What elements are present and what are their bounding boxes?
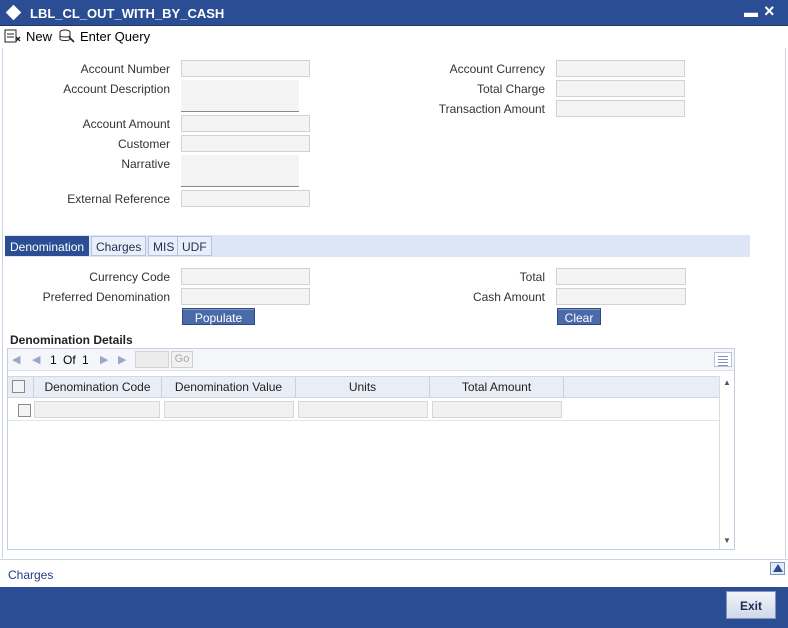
first-page-icon[interactable]: ◀​ xyxy=(12,353,20,366)
select-all-cell xyxy=(8,377,34,398)
denomination-value-cell[interactable] xyxy=(164,401,294,418)
narrative-label: Narrative xyxy=(121,157,170,171)
window-diamond-icon xyxy=(5,4,22,21)
enter-query-icon xyxy=(59,29,75,43)
last-page-icon[interactable]: ▶​ xyxy=(118,353,126,366)
external-reference-field[interactable] xyxy=(181,190,310,207)
grid-vertical-scrollbar[interactable]: ▲ ▼ xyxy=(719,376,734,549)
tab-denomination[interactable]: Denomination xyxy=(5,236,90,256)
exit-button[interactable]: Exit xyxy=(726,591,776,619)
currency-code-label: Currency Code xyxy=(89,270,170,284)
preferred-denomination-field[interactable] xyxy=(181,288,310,305)
select-all-checkbox[interactable] xyxy=(12,380,25,393)
tab-strip: Denomination Charges MIS UDF xyxy=(5,235,750,257)
account-number-field[interactable] xyxy=(181,60,310,77)
transaction-amount-label: Transaction Amount xyxy=(438,102,545,116)
cash-amount-field[interactable] xyxy=(556,288,686,305)
transaction-amount-field[interactable] xyxy=(556,100,685,117)
next-page-icon[interactable]: ▶ xyxy=(100,353,108,366)
new-label: New xyxy=(26,28,53,44)
column-denomination-value[interactable]: Denomination Value xyxy=(162,377,296,398)
minimize-icon[interactable]: ▬ xyxy=(744,4,758,20)
account-currency-label: Account Currency xyxy=(449,62,545,76)
total-charge-label: Total Charge xyxy=(476,82,545,96)
window-title: LBL_CL_OUT_WITH_BY_CASH xyxy=(30,6,225,21)
preferred-denomination-label: Preferred Denomination xyxy=(42,290,170,304)
toolbar: New Enter Query xyxy=(0,26,788,48)
new-icon xyxy=(4,29,21,43)
grid-menu-icon[interactable] xyxy=(714,352,732,367)
tab-mis[interactable]: MIS xyxy=(148,236,180,256)
enter-query-label: Enter Query xyxy=(80,28,151,44)
new-button[interactable]: New xyxy=(4,28,52,44)
grid-pager: ◀​ ◀ 1 Of 1 ▶ ▶​ Go xyxy=(8,349,734,371)
column-total-amount[interactable]: Total Amount xyxy=(430,377,564,398)
tab-charges[interactable]: Charges xyxy=(91,236,147,256)
total-label: Total xyxy=(519,270,545,284)
pager-total-pages: 1 xyxy=(82,353,89,367)
denomination-details-title: Denomination Details xyxy=(10,333,133,347)
close-icon[interactable]: × xyxy=(764,1,775,22)
footer-links-bar: Charges xyxy=(0,559,788,587)
clear-button[interactable]: Clear xyxy=(557,308,601,325)
account-amount-field[interactable] xyxy=(181,115,310,132)
table-row xyxy=(8,399,719,421)
scroll-down-icon[interactable]: ▼ xyxy=(723,536,731,545)
cash-amount-label: Cash Amount xyxy=(472,290,545,304)
window-titlebar: LBL_CL_OUT_WITH_BY_CASH ▬ × xyxy=(0,0,788,26)
scroll-up-icon[interactable]: ▲ xyxy=(723,378,731,387)
denomination-code-cell[interactable] xyxy=(34,401,160,418)
enter-query-button[interactable]: Enter Query xyxy=(58,28,150,44)
total-amount-cell[interactable] xyxy=(432,401,562,418)
currency-code-field[interactable] xyxy=(181,268,310,285)
account-number-label: Account Number xyxy=(80,62,170,76)
customer-field[interactable] xyxy=(181,135,310,152)
populate-button[interactable]: Populate xyxy=(182,308,255,325)
page-number-input[interactable] xyxy=(135,351,169,368)
collapse-up-icon[interactable] xyxy=(770,562,785,575)
charges-link[interactable]: Charges xyxy=(8,568,53,582)
go-button[interactable]: Go xyxy=(171,351,193,368)
account-description-field[interactable] xyxy=(181,80,299,112)
total-field[interactable] xyxy=(556,268,686,285)
grid-header: Denomination Code Denomination Value Uni… xyxy=(8,376,719,398)
account-description-label: Account Description xyxy=(63,82,170,96)
column-units[interactable]: Units xyxy=(296,377,430,398)
tab-udf[interactable]: UDF xyxy=(177,236,212,256)
account-amount-label: Account Amount xyxy=(82,117,170,131)
bottom-bar: Exit xyxy=(0,587,788,628)
denomination-grid: ◀​ ◀ 1 Of 1 ▶ ▶​ Go Denomination Code De… xyxy=(7,348,735,550)
total-charge-field[interactable] xyxy=(556,80,685,97)
column-denomination-code[interactable]: Denomination Code xyxy=(34,377,162,398)
external-reference-label: External Reference xyxy=(67,192,170,206)
customer-label: Customer xyxy=(117,137,170,151)
narrative-field[interactable] xyxy=(181,155,299,187)
pager-current-page: 1 xyxy=(50,353,57,367)
units-cell[interactable] xyxy=(298,401,428,418)
account-currency-field[interactable] xyxy=(556,60,685,77)
row-checkbox[interactable] xyxy=(18,404,31,417)
previous-page-icon[interactable]: ◀ xyxy=(32,353,40,366)
pager-of-label: Of xyxy=(63,353,76,367)
